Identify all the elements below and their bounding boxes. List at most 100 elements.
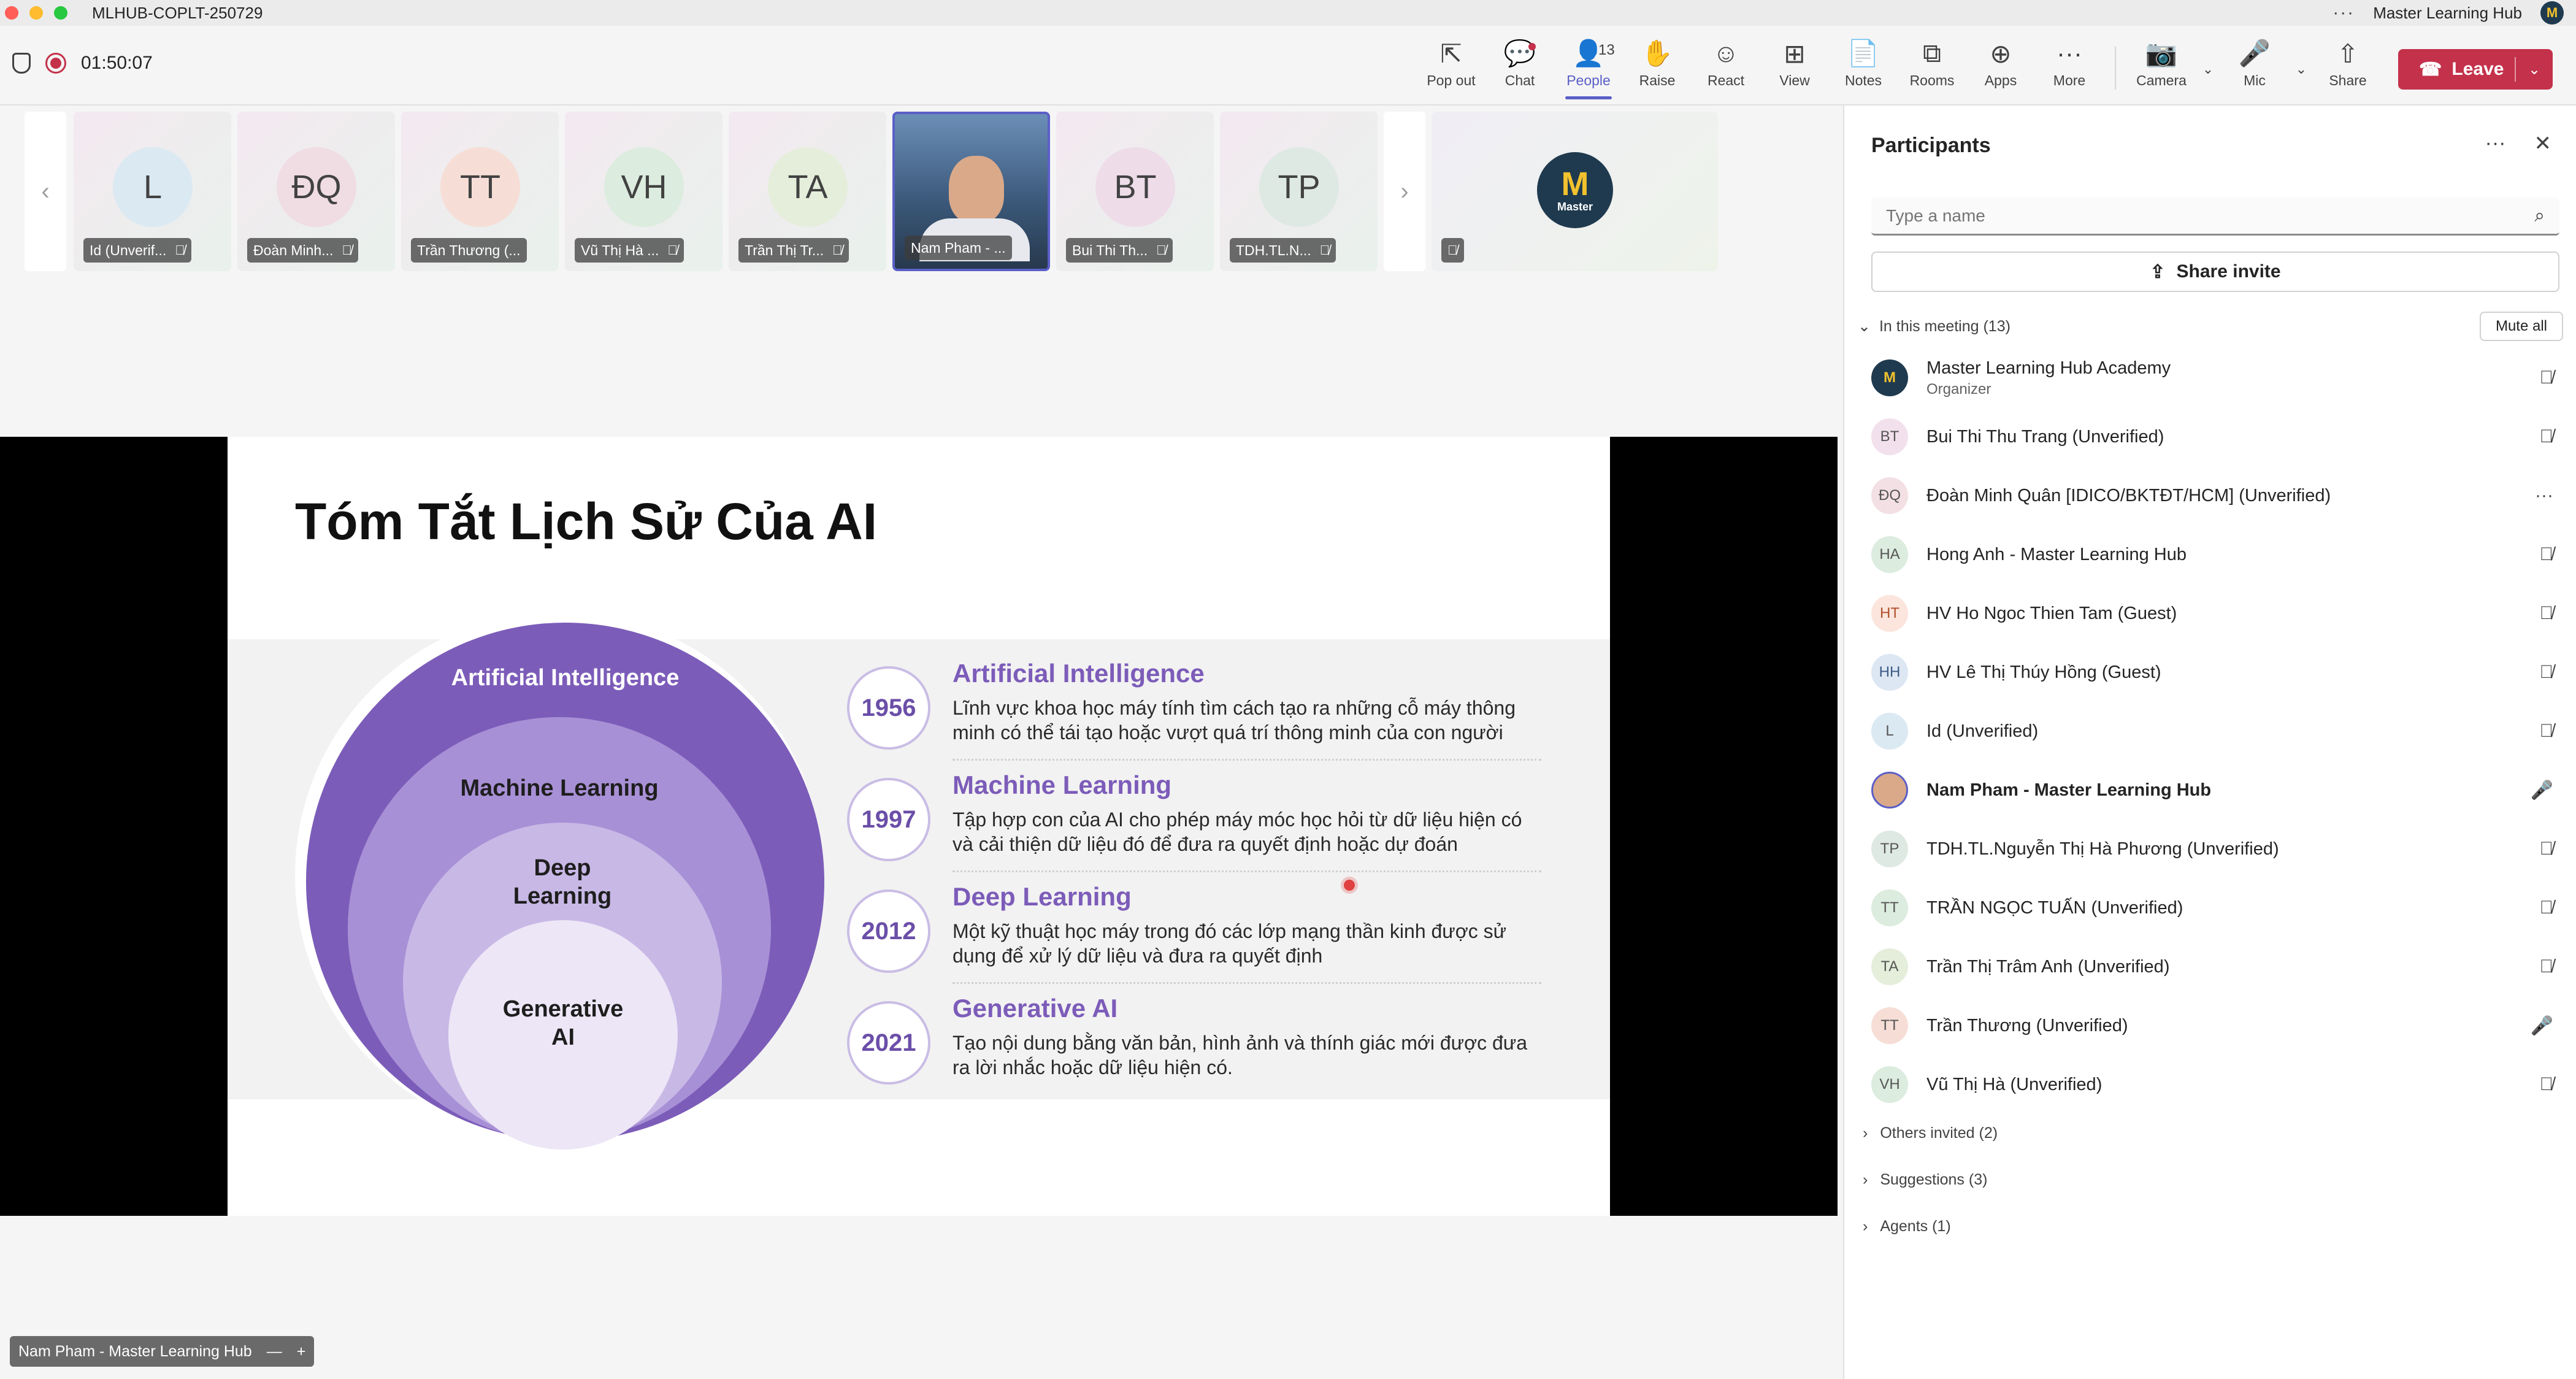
raise-hand-button[interactable]: ✋ Raise [1623, 37, 1692, 98]
suggestions-group[interactable]: › Suggestions (3) [1863, 1161, 2231, 1198]
circle-label-dl-line1: Deep [534, 855, 591, 881]
others-invited-group[interactable]: › Others invited (2) [1863, 1115, 2231, 1151]
mic-options-chevron-icon[interactable]: ⌄ [2289, 61, 2313, 77]
chevron-down-icon: ⌄ [1858, 318, 1871, 335]
camera-options-chevron-icon[interactable]: ⌄ [2196, 61, 2220, 77]
presenter-bar: Nam Pham - Master Learning Hub — + [10, 1336, 315, 1367]
tile-name-tag: Bui Thi Th... 🎙̸ [1066, 238, 1173, 263]
zoom-out-icon[interactable]: — [267, 1343, 282, 1361]
participant-list: M Master Learning Hub Academy Organizer … [1871, 348, 2558, 1114]
participant-video-tile[interactable]: Nam Pham - ... [892, 112, 1050, 271]
organizer-tile[interactable]: M Master 🎙̸ [1432, 112, 1718, 271]
participant-search: ⌕ [1871, 198, 2559, 236]
circle-label-dl-line2: Learning [513, 883, 612, 909]
pop-out-label: Pop out [1427, 72, 1476, 88]
shield-icon[interactable] [12, 53, 31, 74]
participant-row[interactable]: ĐQ Đoàn Minh Quân [IDICO/BKTĐT/HCM] (Unv… [1871, 466, 2558, 525]
search-input[interactable] [1886, 206, 2535, 226]
avatar: ĐQ [1871, 477, 1908, 514]
chat-button[interactable]: 💬 Chat [1485, 37, 1554, 98]
laser-pointer [1344, 880, 1355, 891]
chevron-right-icon: › [1863, 1124, 1868, 1142]
apps-button[interactable]: ⊕ Apps [1966, 37, 2035, 98]
more-button[interactable]: ··· More [2035, 37, 2104, 98]
logo-letter: M [1561, 165, 1589, 202]
panel-more-icon[interactable]: ··· [2485, 131, 2506, 156]
timeline-year: 2021 [847, 1001, 930, 1085]
participant-tile[interactable]: ĐQ Đoàn Minh... 🎙̸ [237, 112, 395, 271]
timeline-description: Tập hợp con của AI cho phép máy móc học … [953, 809, 1522, 855]
leave-main[interactable]: ☎ Leave [2398, 59, 2515, 80]
leave-button[interactable]: ☎ Leave ⌄ [2398, 49, 2553, 90]
minimize-window-button[interactable] [29, 6, 43, 20]
close-window-button[interactable] [5, 6, 18, 20]
participant-tile[interactable]: BT Bui Thi Th... 🎙̸ [1056, 112, 1214, 271]
raise-label: Raise [1639, 72, 1676, 88]
participant-row[interactable]: VH Vũ Thị Hà (Unverified) 🎙̸ [1871, 1055, 2558, 1114]
participant-tile[interactable]: TT Trần Thương (... [401, 112, 559, 271]
mic-off-icon: 🎙̸ [2539, 721, 2554, 741]
participant-text: Master Learning Hub Academy Organizer [1926, 358, 2171, 398]
participant-row[interactable]: Nam Pham - Master Learning Hub 🎤 [1871, 761, 2558, 820]
participant-tile[interactable]: L Id (Unverif... 🎙̸ [74, 112, 231, 271]
participant-name: Master Learning Hub Academy [1926, 358, 2171, 378]
participant-name: Trần Thương (Unverified) [1926, 1015, 2128, 1035]
close-icon[interactable]: ✕ [2534, 131, 2552, 156]
share-invite-button[interactable]: ⇪ Share invite [1871, 252, 2559, 292]
timeline-name: Machine Learning [953, 770, 1172, 799]
phone-icon: ☎ [2419, 59, 2442, 80]
camera-button[interactable]: 📷 Camera [2127, 37, 2196, 98]
circle-label-genai: Generative AI [448, 995, 678, 1051]
participant-tile[interactable]: TA Trần Thị Tr... 🎙̸ [729, 112, 886, 271]
participant-row[interactable]: L Id (Unverified) 🎙̸ [1871, 702, 2558, 761]
pop-out-button[interactable]: ⇱ Pop out [1417, 37, 1485, 98]
avatar: ĐQ [277, 147, 356, 227]
timeline-divider [953, 870, 1541, 872]
presenter-name: Nam Pham - Master Learning Hub [18, 1342, 252, 1360]
participant-row[interactable]: HH HV Lê Thị Thúy Hồng (Guest) 🎙̸ [1871, 643, 2558, 702]
participant-row[interactable]: HT HV Ho Ngoc Thien Tam (Guest) 🎙̸ [1871, 584, 2558, 643]
participant-row[interactable]: HA Hong Anh - Master Learning Hub 🎙̸ [1871, 525, 2558, 584]
mic-off-icon: 🎙̸ [1447, 242, 1458, 258]
account-avatar[interactable]: M [2540, 1, 2564, 25]
mic-label: Mic [2244, 72, 2266, 88]
hand-icon: ✋ [1641, 38, 1674, 67]
participant-row[interactable]: TP TDH.TL.Nguyễn Thị Hà Phương (Unverifi… [1871, 820, 2558, 878]
circle-label-dl: Deep Learning [403, 854, 722, 910]
share-button[interactable]: ⇧ Share [2313, 37, 2382, 98]
participant-tile[interactable]: VH Vũ Thị Hà ... 🎙̸ [565, 112, 723, 271]
timeline-description: Lĩnh vực khoa học máy tính tìm cách tạo … [953, 697, 1516, 743]
participant-row[interactable]: TA Trần Thị Trâm Anh (Unverified) 🎙̸ [1871, 937, 2558, 996]
participant-row[interactable]: BT Bui Thi Thu Trang (Unverified) 🎙̸ [1871, 407, 2558, 466]
master-logo: M Master [1537, 152, 1613, 228]
notes-button[interactable]: 📄 Notes [1829, 37, 1898, 98]
participant-row[interactable]: TT Trần Thương (Unverified) 🎤 [1871, 996, 2558, 1055]
people-button[interactable]: 👤 13 People [1554, 37, 1623, 99]
participant-row[interactable]: M Master Learning Hub Academy Organizer … [1871, 348, 2558, 407]
more-options-icon[interactable]: ··· [2535, 485, 2553, 506]
rooms-button[interactable]: ⧉ Rooms [1898, 37, 1966, 98]
zoom-in-icon[interactable]: + [297, 1343, 306, 1361]
search-icon[interactable]: ⌕ [2534, 206, 2545, 226]
participant-name: Id (Unverified) [1926, 721, 2039, 741]
avatar: VH [604, 147, 684, 227]
chat-icon: 💬 [1503, 38, 1536, 67]
in-meeting-section-header[interactable]: ⌄ In this meeting (13) Mute all [1858, 308, 2563, 345]
participants-panel: Participants ··· ✕ ⌕ ⇪ Share invite ⌄ In… [1843, 106, 2576, 1379]
zoom-window-button[interactable] [54, 6, 67, 20]
strip-next-arrow-icon[interactable]: › [1384, 112, 1425, 271]
agents-group[interactable]: › Agents (1) [1863, 1208, 2231, 1245]
presentation-slide: Tóm Tắt Lịch Sử Của AI Artificial Intell… [228, 437, 1610, 1216]
timeline-year: 1956 [847, 666, 930, 750]
unread-dot [1528, 43, 1536, 50]
participant-tile[interactable]: TP TDH.TL.N... 🎙̸ [1220, 112, 1378, 271]
react-button[interactable]: ☺ React [1692, 37, 1760, 98]
more-options-icon[interactable]: ··· [2333, 2, 2355, 23]
participant-row[interactable]: TT TRẦN NGỌC TUẤN (Unverified) 🎙̸ [1871, 878, 2558, 937]
strip-previous-arrow-icon[interactable]: ‹ [25, 112, 66, 271]
mute-all-button[interactable]: Mute all [2479, 312, 2563, 341]
mic-off-icon: 🎙̸ [342, 242, 352, 258]
mic-button[interactable]: 🎤 Mic [2220, 37, 2289, 98]
leave-options-chevron-icon[interactable]: ⌄ [2516, 61, 2553, 79]
view-button[interactable]: ⊞ View [1760, 37, 1829, 98]
